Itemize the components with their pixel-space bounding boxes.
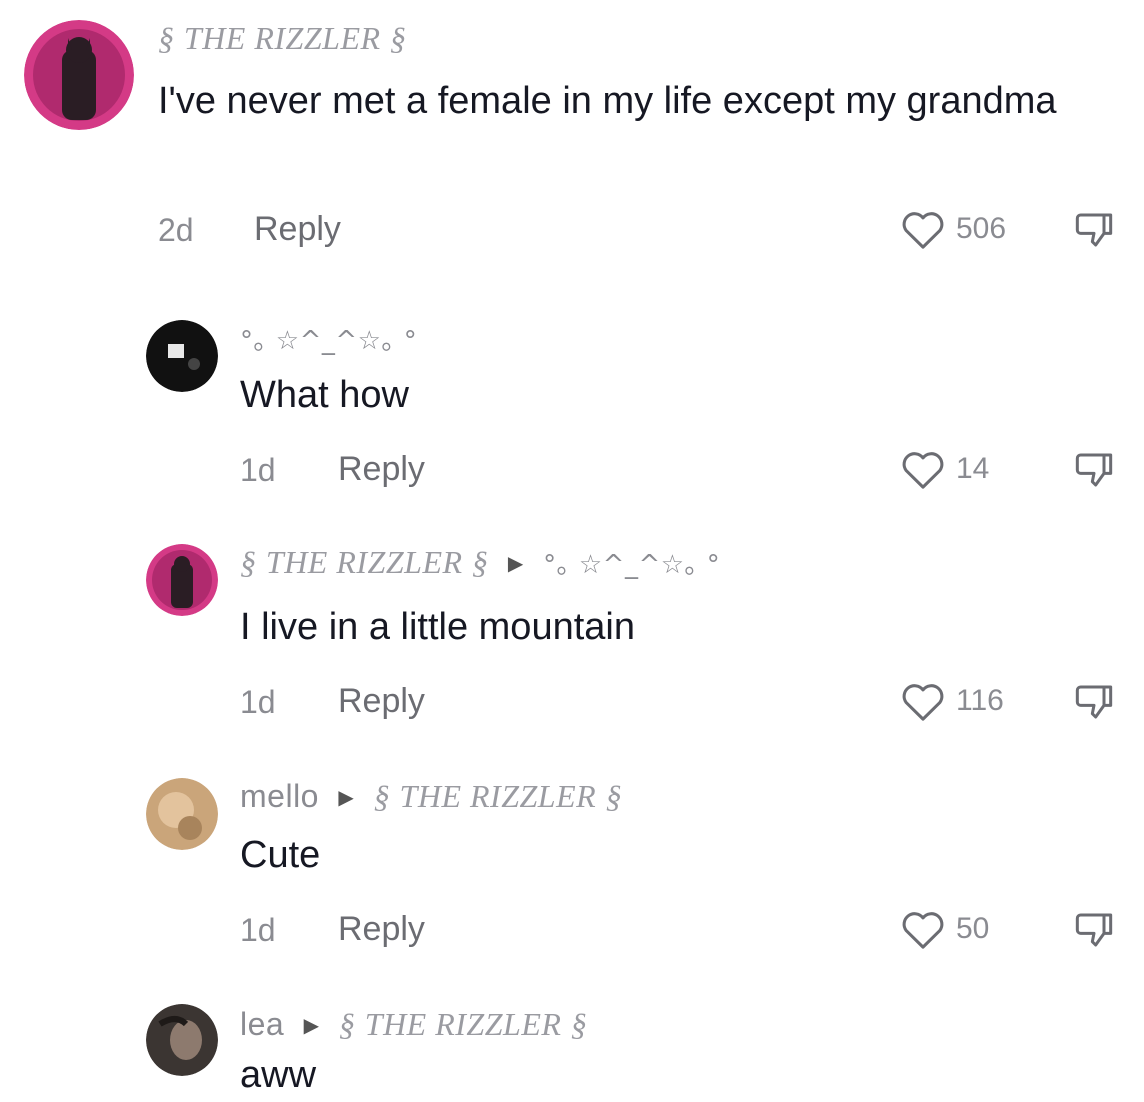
heart-outline-icon <box>902 452 944 489</box>
like-count: 50 <box>956 912 990 945</box>
comment-age: 1d <box>240 452 276 488</box>
username-decor: § <box>605 778 623 814</box>
dislike-button[interactable] <box>1074 910 1114 950</box>
avatar-image <box>146 320 218 392</box>
like-button[interactable]: 506 <box>900 208 1006 250</box>
comment-text: aww <box>240 1054 317 1096</box>
reply-arrow-icon: ▶ <box>303 1013 320 1037</box>
dislike-icon <box>1075 213 1113 247</box>
like-button[interactable]: 116 <box>900 680 1004 722</box>
reply-button[interactable]: Reply <box>254 210 341 249</box>
heart-outline-icon <box>902 684 944 721</box>
avatar-image <box>146 778 218 850</box>
like-count: 14 <box>956 452 990 485</box>
username-decor: § <box>570 1006 588 1042</box>
comment-age: 1d <box>240 684 276 720</box>
username[interactable]: °｡ ☆^_^☆｡ ° <box>240 320 417 357</box>
username[interactable]: lea ▶ § THE RIZZLER § <box>240 1006 587 1043</box>
avatar-image <box>146 1004 218 1076</box>
dislike-button[interactable] <box>1074 210 1114 250</box>
comment-text: What how <box>240 374 409 416</box>
username-decor: § <box>240 544 257 580</box>
username-text: mello <box>240 778 319 814</box>
heart-outline-icon <box>902 912 944 949</box>
reply-to-username[interactable]: °｡ ☆^_^☆｡ ° <box>543 550 720 580</box>
username-text: lea <box>240 1006 285 1042</box>
reply-arrow-icon: ▶ <box>507 551 524 575</box>
username-decor: § <box>373 778 391 814</box>
dislike-button[interactable] <box>1074 450 1114 490</box>
heart-outline-icon <box>902 212 944 249</box>
username-text: THE RIZZLER <box>265 544 463 580</box>
comment-text: Cute <box>240 834 321 876</box>
username[interactable]: § THE RIZZLER § ▶ °｡ ☆^_^☆｡ ° <box>240 544 720 581</box>
comment-1: § THE RIZZLER § I've never met a female … <box>0 0 1144 300</box>
like-count: 116 <box>956 684 1004 717</box>
avatar[interactable] <box>146 1004 218 1076</box>
avatar[interactable] <box>146 320 218 392</box>
username[interactable]: mello ▶ § THE RIZZLER § <box>240 778 622 815</box>
dislike-icon <box>1075 453 1113 487</box>
username[interactable]: § THE RIZZLER § <box>158 20 406 57</box>
dislike-icon <box>1075 913 1113 947</box>
comment-age: 2d <box>158 212 194 248</box>
username-decor: § <box>389 20 407 56</box>
avatar[interactable] <box>24 20 134 130</box>
comment-3: § THE RIZZLER § ▶ °｡ ☆^_^☆｡ ° I live in … <box>0 530 1144 760</box>
comment-4: mello ▶ § THE RIZZLER § Cute 1d Reply 50 <box>0 760 1144 990</box>
avatar-image <box>24 20 134 130</box>
comment-text: I've never met a female in my life excep… <box>158 80 1057 122</box>
reply-to-username[interactable]: THE RIZZLER <box>400 778 597 814</box>
dislike-button[interactable] <box>1074 682 1114 722</box>
comment-text: I live in a little mountain <box>240 606 635 648</box>
like-button[interactable]: 14 <box>900 448 989 490</box>
username-text: °｡ ☆^_^☆｡ ° <box>240 326 418 356</box>
comment-2: °｡ ☆^_^☆｡ ° What how 1d Reply 14 <box>0 300 1144 530</box>
reply-button[interactable]: Reply <box>338 910 425 949</box>
dislike-icon <box>1075 685 1113 719</box>
username-text: THE RIZZLER <box>183 20 381 56</box>
comment-age: 1d <box>240 912 276 948</box>
like-count: 506 <box>956 212 1007 245</box>
avatar-image <box>146 544 218 616</box>
reply-to-username[interactable]: THE RIZZLER <box>365 1006 562 1042</box>
comment-5: lea ▶ § THE RIZZLER § aww <box>0 990 1144 1100</box>
username-decor: § <box>471 544 489 580</box>
reply-button[interactable]: Reply <box>338 682 425 721</box>
username-decor: § <box>338 1006 356 1042</box>
reply-arrow-icon: ▶ <box>338 785 355 809</box>
avatar[interactable] <box>146 544 218 616</box>
like-button[interactable]: 50 <box>900 908 989 950</box>
avatar[interactable] <box>146 778 218 850</box>
reply-button[interactable]: Reply <box>338 450 425 489</box>
username-decor: § <box>158 20 175 56</box>
